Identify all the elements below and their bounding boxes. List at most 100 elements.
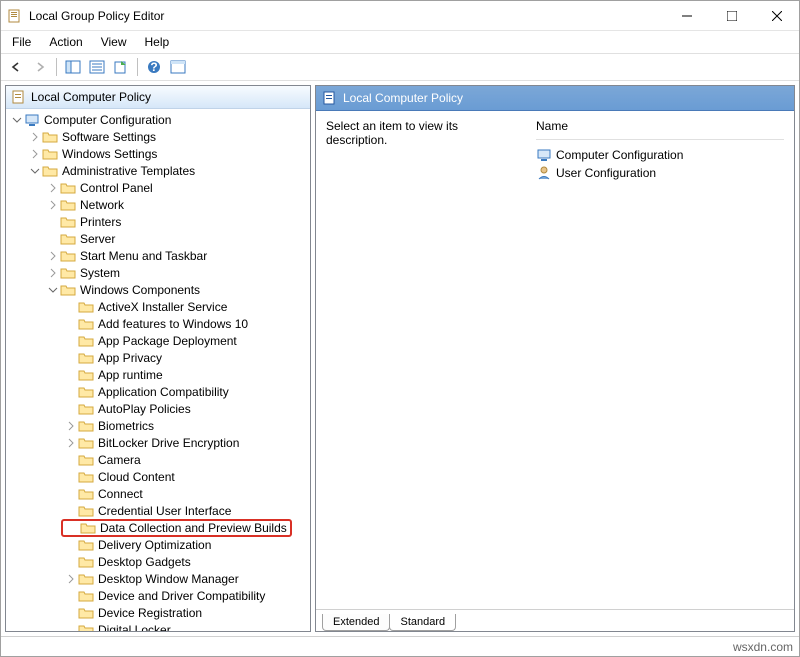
blank-icon [64,504,78,518]
tree-node-cred-ui[interactable]: Credential User Interface [6,502,310,519]
list-item-computer-config[interactable]: Computer Configuration [536,146,784,164]
tree-node-dwm[interactable]: Desktop Window Manager [6,570,310,587]
minimize-button[interactable] [664,1,709,30]
menu-view[interactable]: View [92,33,136,51]
collapse-icon[interactable] [28,164,42,178]
tab-standard[interactable]: Standard [389,614,456,631]
node-label: Windows Settings [62,147,157,161]
tree-node-admin-templates[interactable]: Administrative Templates [6,162,310,179]
folder-icon [78,316,94,332]
forward-button[interactable] [29,56,51,78]
tree-node-desktop-gadgets[interactable]: Desktop Gadgets [6,553,310,570]
folder-icon [60,214,76,230]
list-item-label: Computer Configuration [556,148,683,162]
tree-node-control-panel[interactable]: Control Panel [6,179,310,196]
tree-node-digital-locker[interactable]: Digital Locker [6,621,310,631]
description-column: Select an item to view its description. [326,119,516,601]
node-label: Data Collection and Preview Builds [100,521,287,535]
tree-node-data-collection[interactable]: Data Collection and Preview Builds [6,519,310,536]
tree-node-activex[interactable]: ActiveX Installer Service [6,298,310,315]
expand-icon[interactable] [46,181,60,195]
tree-node-software-settings[interactable]: Software Settings [6,128,310,145]
folder-icon [60,282,76,298]
expand-icon[interactable] [64,572,78,586]
menu-action[interactable]: Action [40,33,91,51]
expand-icon[interactable] [28,130,42,144]
folder-icon [78,299,94,315]
tree-scroll[interactable]: Computer Configuration Software Settings… [6,109,310,631]
blank-icon [64,470,78,484]
tree-node-server[interactable]: Server [6,230,310,247]
tree-node-camera[interactable]: Camera [6,451,310,468]
folder-icon [78,435,94,451]
tree-node-bitlocker[interactable]: BitLocker Drive Encryption [6,434,310,451]
tree-node-device-driver[interactable]: Device and Driver Compatibility [6,587,310,604]
expand-icon[interactable] [46,266,60,280]
folder-icon [78,384,94,400]
tree-node-app-compat[interactable]: Application Compatibility [6,383,310,400]
expand-icon[interactable] [64,419,78,433]
tab-extended[interactable]: Extended [322,614,390,631]
node-label: System [80,266,120,280]
blank-icon [64,623,78,632]
node-label: Device Registration [98,606,202,620]
expand-icon[interactable] [28,147,42,161]
user-icon [536,165,552,181]
tree-node-biometrics[interactable]: Biometrics [6,417,310,434]
watermark: wsxdn.com [733,640,793,654]
folder-icon [78,350,94,366]
collapse-icon[interactable] [46,283,60,297]
tree-pane: Local Computer Policy Computer Configura… [5,85,311,632]
tree-node-autoplay[interactable]: AutoPlay Policies [6,400,310,417]
list-item-user-config[interactable]: User Configuration [536,164,784,182]
back-button[interactable] [5,56,27,78]
tree-node-delivery-opt[interactable]: Delivery Optimization [6,536,310,553]
node-label: Desktop Gadgets [98,555,191,569]
show-hide-tree-button[interactable] [62,56,84,78]
tree-header[interactable]: Local Computer Policy [6,86,310,109]
menu-file[interactable]: File [3,33,40,51]
folder-icon [78,418,94,434]
expand-icon[interactable] [64,436,78,450]
tree-node-add-features[interactable]: Add features to Windows 10 [6,315,310,332]
app-icon [7,8,23,24]
tree-node-start-menu[interactable]: Start Menu and Taskbar [6,247,310,264]
maximize-button[interactable] [709,1,754,30]
menu-help[interactable]: Help [136,33,179,51]
tree-node-cloud[interactable]: Cloud Content [6,468,310,485]
node-label: Device and Driver Compatibility [98,589,265,603]
tree-node-windows-components[interactable]: Windows Components [6,281,310,298]
blank-icon [64,453,78,467]
collapse-icon[interactable] [10,113,24,127]
tree-node-printers[interactable]: Printers [6,213,310,230]
tree-node-computer-configuration[interactable]: Computer Configuration [6,111,310,128]
node-label: BitLocker Drive Encryption [98,436,239,450]
tree-node-app-privacy[interactable]: App Privacy [6,349,310,366]
folder-icon [78,622,94,632]
expand-icon[interactable] [46,198,60,212]
filter-button[interactable] [167,56,189,78]
tree-node-app-runtime[interactable]: App runtime [6,366,310,383]
divider [536,139,784,140]
folder-icon [78,571,94,587]
tree-node-windows-settings[interactable]: Windows Settings [6,145,310,162]
tree-node-connect[interactable]: Connect [6,485,310,502]
folder-icon [60,180,76,196]
expand-icon[interactable] [46,249,60,263]
tree-node-device-reg[interactable]: Device Registration [6,604,310,621]
tree-node-system[interactable]: System [6,264,310,281]
properties-button[interactable] [86,56,108,78]
tree-node-network[interactable]: Network [6,196,310,213]
toolbar: ? [1,53,799,81]
help-button[interactable]: ? [143,56,165,78]
blank-icon [64,606,78,620]
name-column-header[interactable]: Name [536,119,784,133]
node-label: Printers [80,215,121,229]
blank-icon [64,555,78,569]
tree-node-app-package[interactable]: App Package Deployment [6,332,310,349]
blank-icon [64,300,78,314]
export-button[interactable] [110,56,132,78]
folder-icon [78,452,94,468]
tree: Computer Configuration Software Settings… [6,109,310,631]
close-button[interactable] [754,1,799,30]
